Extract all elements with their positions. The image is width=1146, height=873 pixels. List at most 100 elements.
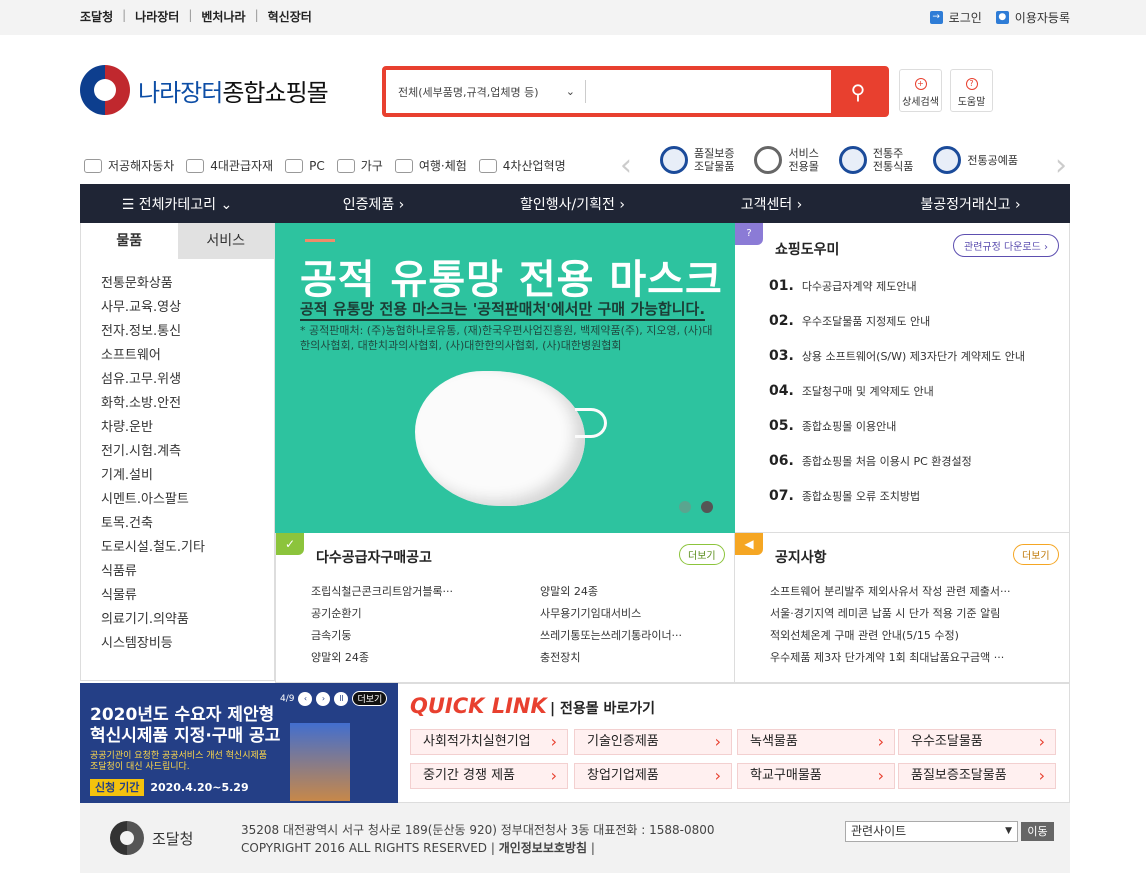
category-item[interactable]: 전기.시험.계측 [101, 440, 274, 464]
category-item[interactable]: 식물류 [101, 584, 274, 608]
list-item[interactable]: 조립식철근콘크리트암거블록··· [311, 583, 511, 605]
promo-period: 신청 기간 2020.4.20~5.29 [90, 779, 249, 796]
mask-image [415, 371, 585, 506]
list-item[interactable]: 서울·경기지역 레미콘 납품 시 단가 적용 기준 알림 [770, 605, 1040, 627]
search-button[interactable]: ⚲ [831, 70, 885, 113]
list-item[interactable]: 양말외 24종 [311, 649, 511, 671]
tender-box: ✓ 다수공급자구매공고 더보기 조립식철근콘크리트암거블록··· 공기순환기 금속기… [275, 533, 735, 683]
list-item[interactable]: 양말외 24종 [540, 583, 720, 605]
privacy-link[interactable]: 개인정보보호방침 [499, 841, 587, 855]
list-item[interactable]: 사무용기기임대서비스 [540, 605, 720, 627]
helper-item[interactable]: 03. 상용 소프트웨어(S/W) 제3자단가 계약제도 안내 [769, 348, 1025, 383]
category-item[interactable]: 전통문화상품 [101, 272, 274, 296]
shortcut-furniture[interactable]: 가구 [336, 157, 383, 174]
quick-link-sme[interactable]: 중기간 경쟁 제품 [410, 763, 568, 789]
link-naramarket[interactable]: 나라장터 [135, 8, 179, 25]
quick-link-tech[interactable]: 기술인증제품 [574, 729, 732, 755]
list-item[interactable]: 금속기둥 [311, 627, 511, 649]
list-item[interactable]: 공기순환기 [311, 605, 511, 627]
network-icon [478, 158, 497, 173]
related-sites-select[interactable]: 관련사이트 ▼ [845, 821, 1018, 842]
list-item[interactable]: 쓰레기통또는쓰레기통라이너··· [540, 627, 720, 649]
promo-more-button[interactable]: 더보기 [352, 691, 388, 706]
tender-more-button[interactable]: 더보기 [679, 544, 725, 565]
mall-service[interactable]: 서비스 전용몰 [754, 146, 819, 174]
register-link[interactable]: 이용자등록 [1015, 9, 1070, 26]
shortcut-pc[interactable]: PC [285, 157, 325, 174]
quality-emblem-icon [660, 146, 688, 174]
shortcut-materials[interactable]: 4대관급자재 [186, 157, 273, 174]
category-item[interactable]: 도로시설.철도.기타 [101, 536, 274, 560]
category-item[interactable]: 소프트웨어 [101, 344, 274, 368]
chevron-down-icon: ⌄ [565, 85, 575, 98]
category-item[interactable]: 식품류 [101, 560, 274, 584]
download-rules-button[interactable]: 관련규정 다운로드 › [953, 234, 1059, 257]
link-innovation[interactable]: 혁신장터 [268, 8, 312, 25]
link-venture[interactable]: 벤처나라 [201, 8, 245, 25]
helper-item[interactable]: 06. 종합쇼핑몰 처음 이용시 PC 환경설정 [769, 453, 1025, 488]
quick-link-green[interactable]: 녹색물품 [737, 729, 895, 755]
list-item[interactable]: 적외선체온계 구매 관련 안내(5/15 수정) [770, 627, 1040, 649]
go-button[interactable]: 이동 [1021, 822, 1054, 841]
megaphone-icon: ◀ [735, 533, 763, 555]
mall-quality[interactable]: 품질보증 조달물품 [660, 146, 734, 174]
category-item[interactable]: 토목.건축 [101, 512, 274, 536]
mask-banner[interactable]: 공적 유통망 전용 마스크 공적 유통망 전용 마스크는 '공적판매처'에서만 … [275, 223, 735, 533]
nav-all-categories[interactable]: ☰ 전체카테고리 ⌄ [80, 194, 274, 214]
quick-link-quality[interactable]: 품질보증조달물품 [898, 763, 1056, 789]
nav-discount[interactable]: 할인행사/기획전 › [473, 194, 672, 214]
help-button[interactable]: ? 도움말 [950, 69, 993, 112]
category-item[interactable]: 화학.소방.안전 [101, 392, 274, 416]
quick-link-excellent[interactable]: 우수조달물품 [898, 729, 1056, 755]
chevron-left-icon[interactable]: ‹ [298, 691, 313, 706]
site-logo[interactable]: 나라장터종합쇼핑몰 [80, 65, 329, 115]
logo-text-b: 종합쇼핑몰 [222, 78, 328, 107]
quick-link-startup[interactable]: 창업기업제품 [574, 763, 732, 789]
tab-goods[interactable]: 물품 [81, 223, 178, 259]
category-item[interactable]: 시스템장비등 [101, 632, 274, 656]
tab-service[interactable]: 서비스 [177, 223, 274, 259]
detail-search-button[interactable]: + 상세검색 [899, 69, 942, 112]
slide-dot-2[interactable] [701, 501, 713, 513]
helper-item[interactable]: 02. 우수조달물품 지정제도 안내 [769, 313, 1025, 348]
category-item[interactable]: 전자.정보.통신 [101, 320, 274, 344]
list-item[interactable]: 소프트웨어 분리발주 제외사유서 작성 관련 제출서··· [770, 583, 1040, 605]
category-item[interactable]: 시멘트.아스팔트 [101, 488, 274, 512]
list-item[interactable]: 충전장치 [540, 649, 720, 671]
promo-banner[interactable]: 4/9 ‹ › ll 더보기 2020년도 수요자 제안형 혁신시제품 지정·구매… [80, 683, 398, 803]
helper-item[interactable]: 04. 조달청구매 및 계약제도 안내 [769, 383, 1025, 418]
helper-item[interactable]: 07. 종합쇼핑몰 오류 조치방법 [769, 488, 1025, 523]
quick-link-social[interactable]: 사회적가치실현기업 [410, 729, 568, 755]
mall-crafts[interactable]: 전통공예품 [933, 146, 1018, 174]
nav-unfair-report[interactable]: 불공정거래신고 › [871, 194, 1070, 214]
chevron-right-icon[interactable]: › [1055, 148, 1067, 183]
category-item[interactable]: 차량.운반 [101, 416, 274, 440]
buildings-illustration [290, 723, 350, 801]
shortcut-travel[interactable]: 여행·체험 [394, 157, 467, 174]
list-item[interactable]: 우수제품 제3자 단가계약 1회 최대납품요구금액 ··· [770, 649, 1040, 671]
helper-list: 01. 다수공급자계약 제도안내 02. 우수조달물품 지정제도 안내 03. 상용 소프… [769, 278, 1025, 523]
login-link[interactable]: 로그인 [949, 9, 982, 26]
shortcut-4th-industry[interactable]: 4차산업혁명 [478, 157, 566, 174]
category-item[interactable]: 사무.교육.영상 [101, 296, 274, 320]
category-item[interactable]: 의료기기.의약품 [101, 608, 274, 632]
notice-box: ◀ 공지사항 더보기 소프트웨어 분리발주 제외사유서 작성 관련 제출서···… [735, 533, 1070, 683]
search-category-select[interactable]: 전체(세부품명,규격,업체명 등) ⌄ [386, 80, 586, 103]
slide-dot-1[interactable] [679, 501, 691, 513]
pause-icon[interactable]: ll [334, 691, 349, 706]
nav-certified[interactable]: 인증제품 › [274, 194, 473, 214]
mall-liquor[interactable]: 전통주 전통식품 [838, 146, 913, 174]
shortcut-eco-car[interactable]: 저공해자동차 [84, 157, 174, 174]
quick-link-school[interactable]: 학교구매물품 [737, 763, 895, 789]
link-pps[interactable]: 조달청 [80, 8, 113, 25]
category-item[interactable]: 섬유.고무.위생 [101, 368, 274, 392]
search-input[interactable] [586, 70, 831, 113]
helper-item[interactable]: 01. 다수공급자계약 제도안내 [769, 278, 1025, 313]
category-item[interactable]: 기계.설비 [101, 464, 274, 488]
nav-customer-center[interactable]: 고객센터 › [672, 194, 871, 214]
helper-item[interactable]: 05. 종합쇼핑몰 이용안내 [769, 418, 1025, 453]
chevron-left-icon[interactable]: ‹ [620, 148, 632, 183]
notice-more-button[interactable]: 더보기 [1013, 544, 1059, 565]
family-site-links: 조달청 | 나라장터 | 벤처나라 | 혁신장터 [80, 8, 312, 25]
chevron-right-icon[interactable]: › [316, 691, 331, 706]
